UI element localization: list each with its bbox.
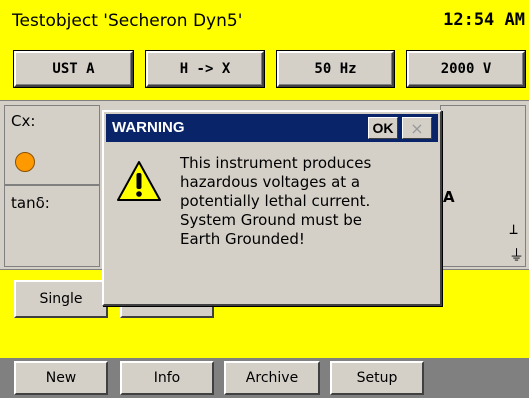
unit-label: A	[443, 188, 455, 206]
voltage-button[interactable]: 2000 V	[407, 51, 525, 87]
warning-dialog: WARNING OK × This instrument produces ha…	[102, 110, 442, 306]
setup-button-label: Setup	[356, 370, 398, 386]
frequency-button[interactable]: 50 Hz	[277, 51, 394, 87]
app-header: Testobject 'Secheron Dyn5' 12:54 AM	[0, 0, 529, 44]
right-cell: A ⊥ ⏚	[440, 105, 526, 267]
mode-button[interactable]: UST A	[14, 51, 133, 87]
tand-cell: tanδ:	[4, 185, 100, 267]
tand-label: tanδ:	[11, 194, 50, 212]
page-title: Testobject 'Secheron Dyn5'	[12, 11, 243, 31]
dialog-message-line: This instrument produces	[180, 154, 372, 172]
new-button[interactable]: New	[14, 361, 108, 395]
direction-button[interactable]: H -> X	[146, 51, 264, 87]
setup-button[interactable]: Setup	[330, 361, 424, 395]
new-button-label: New	[45, 370, 77, 386]
direction-button-label: H -> X	[179, 61, 231, 77]
ok-button-label: OK	[372, 120, 394, 136]
dialog-message-line: hazardous voltages at a	[180, 173, 361, 191]
close-button[interactable]: ×	[402, 117, 432, 139]
voltage-button-label: 2000 V	[440, 61, 492, 77]
archive-button-label: Archive	[245, 370, 299, 386]
dialog-title: WARNING	[112, 119, 185, 136]
capacitor-icon: ⊥	[509, 220, 519, 238]
archive-button[interactable]: Archive	[224, 361, 320, 395]
cx-cell: Cx:	[4, 105, 100, 185]
clock: 12:54 AM	[443, 10, 525, 30]
single-button-label: Single	[39, 291, 83, 307]
ok-button[interactable]: OK	[368, 117, 398, 139]
close-icon: ×	[410, 118, 424, 138]
dialog-message-line: System Ground must be	[180, 211, 362, 229]
cx-label: Cx:	[11, 112, 36, 130]
dialog-message: This instrument produces hazardous volta…	[180, 154, 432, 249]
info-button[interactable]: Info	[120, 361, 214, 395]
dialog-title-bar: WARNING OK ×	[106, 114, 438, 142]
mode-button-label: UST A	[52, 61, 95, 77]
warning-triangle-icon	[117, 161, 161, 201]
ground-icon: ⏚	[509, 246, 525, 264]
dialog-message-line: Earth Grounded!	[180, 230, 305, 248]
frequency-button-label: 50 Hz	[314, 61, 357, 77]
single-button[interactable]: Single	[14, 280, 108, 318]
info-button-label: Info	[153, 370, 181, 386]
dialog-message-line: potentially lethal current.	[180, 192, 371, 210]
status-indicator-icon	[15, 152, 35, 172]
